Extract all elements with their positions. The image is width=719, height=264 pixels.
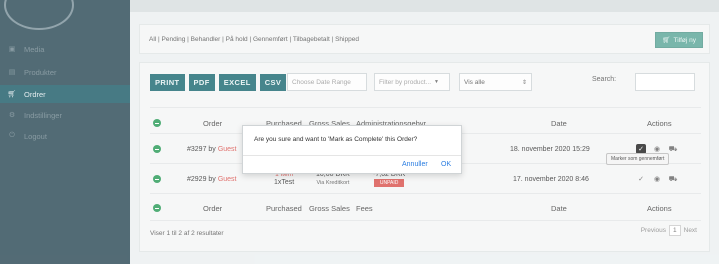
divider — [243, 155, 461, 156]
confirm-dialog: Are you sure and want to 'Mark as Comple… — [242, 125, 462, 174]
cancel-button[interactable]: Annuller — [402, 161, 428, 168]
ok-button[interactable]: OK — [441, 161, 451, 168]
confirm-message: Are you sure and want to 'Mark as Comple… — [254, 136, 418, 143]
